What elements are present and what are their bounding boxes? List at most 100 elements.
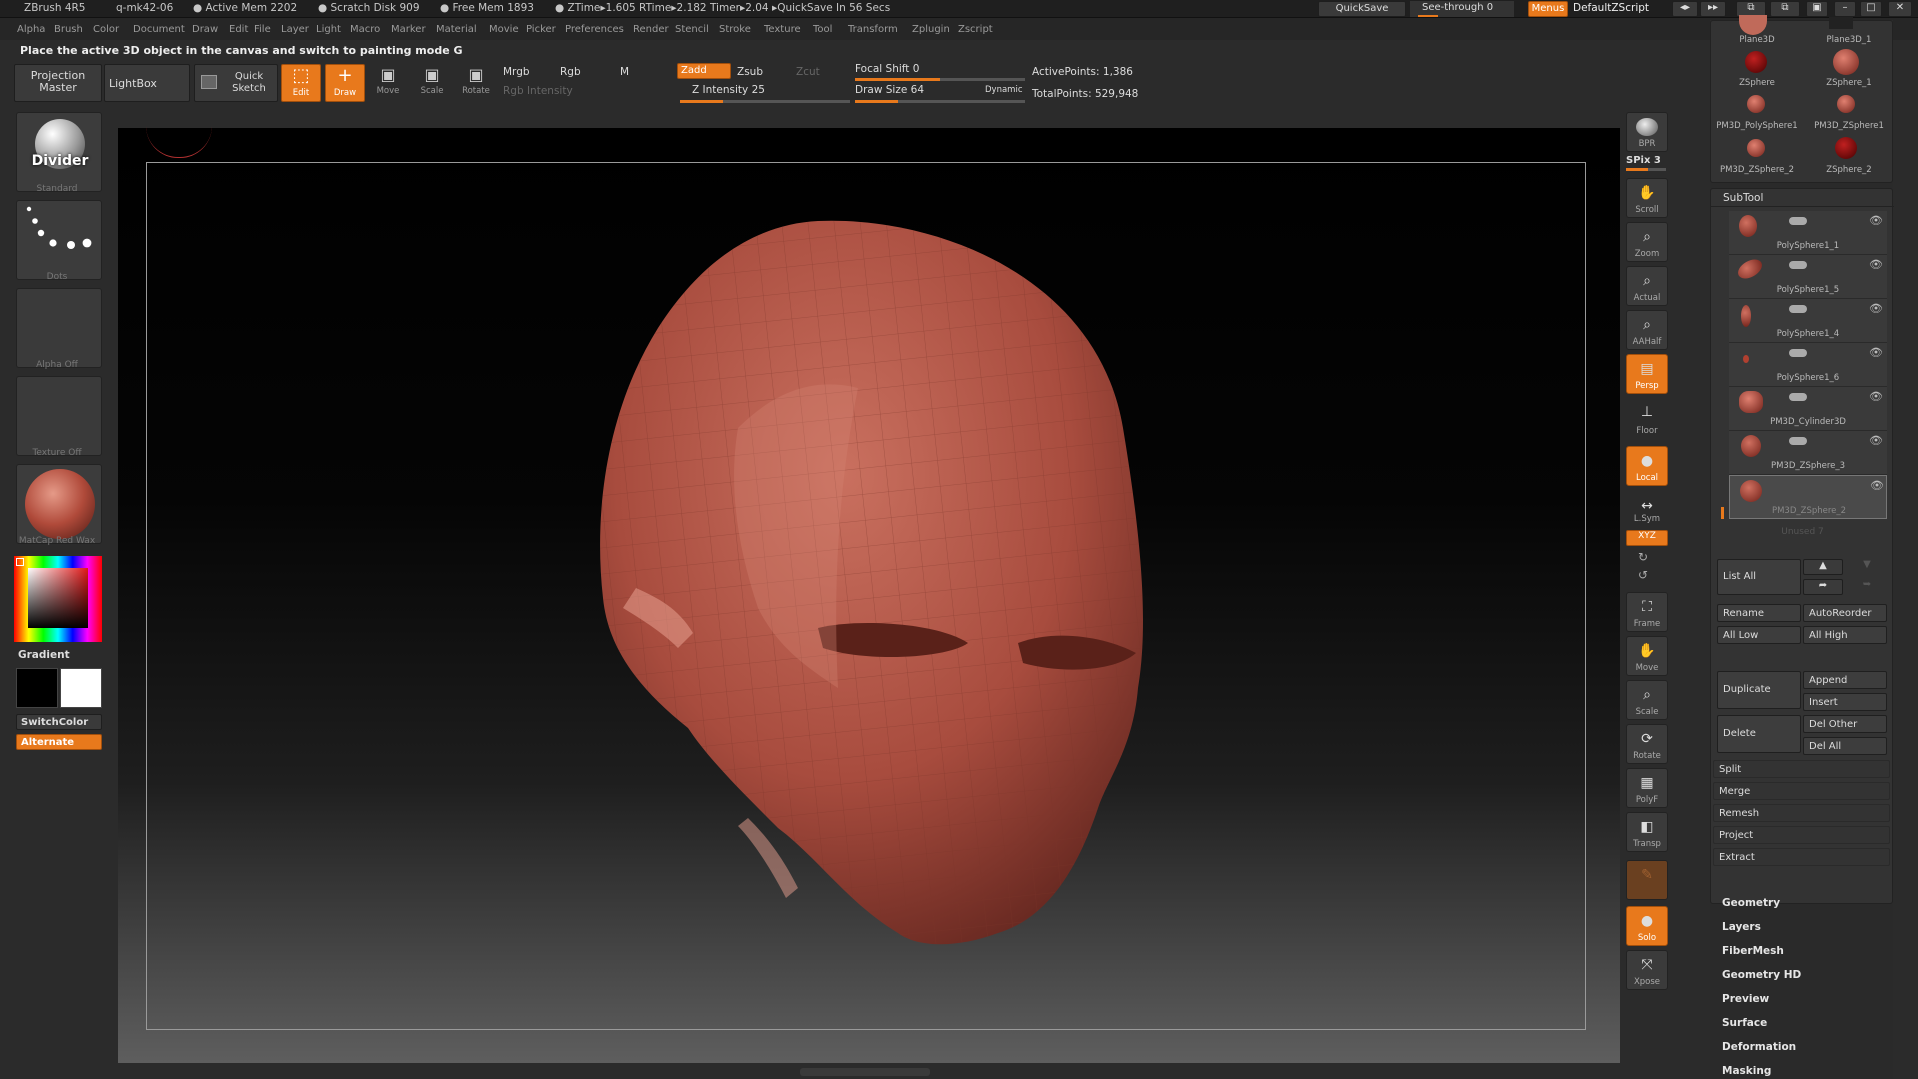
menu-edit[interactable]: Edit bbox=[229, 24, 248, 35]
polyf-button[interactable]: ▦ PolyF bbox=[1626, 768, 1668, 808]
projection-master-button[interactable]: Projection Master bbox=[14, 64, 102, 102]
tool-plane3d-1[interactable]: Plane3D_1 bbox=[1803, 35, 1895, 45]
see-through-slider[interactable]: See-through 0 bbox=[1410, 1, 1514, 17]
zsphere-thumb[interactable] bbox=[1745, 51, 1767, 73]
tool-pm3d-polysphere1[interactable]: PM3D_PolySphere1 bbox=[1711, 121, 1803, 131]
pm3d-zsphere1-thumb[interactable] bbox=[1837, 95, 1855, 113]
xyz-button[interactable]: XYZ bbox=[1626, 530, 1668, 546]
delete-button[interactable]: Delete bbox=[1717, 715, 1801, 753]
menu-zplugin[interactable]: Zplugin bbox=[912, 24, 950, 35]
preview-section[interactable]: Preview bbox=[1722, 993, 1769, 1005]
tool-zsphere[interactable]: ZSphere bbox=[1711, 78, 1803, 88]
actual-button[interactable]: ⌕ Actual bbox=[1626, 266, 1668, 306]
subtool-eye-icon[interactable]: 👁 bbox=[1869, 214, 1883, 227]
arrow-left-icon[interactable]: ➥ bbox=[1847, 579, 1887, 595]
layout-prev-icon[interactable]: ◂▸ bbox=[1672, 1, 1698, 17]
menu-preferences[interactable]: Preferences bbox=[565, 24, 624, 35]
rotate-button[interactable]: ▣ Rotate bbox=[458, 64, 494, 102]
stroke-selector[interactable] bbox=[16, 200, 102, 280]
del-other-button[interactable]: Del Other bbox=[1803, 715, 1887, 733]
remesh-button[interactable]: Remesh bbox=[1713, 804, 1890, 822]
masking-section[interactable]: Masking bbox=[1722, 1065, 1771, 1077]
deformation-section[interactable]: Deformation bbox=[1722, 1041, 1796, 1053]
list-all-button[interactable]: List All bbox=[1717, 559, 1801, 595]
tool-pm3d-zsphere-2[interactable]: PM3D_ZSphere_2 bbox=[1711, 165, 1803, 175]
solo-button[interactable]: ● Solo bbox=[1626, 906, 1668, 946]
subtool-title[interactable]: SubTool bbox=[1723, 192, 1763, 204]
menu-draw[interactable]: Draw bbox=[192, 24, 218, 35]
plane3d-1-thumb[interactable] bbox=[1829, 17, 1853, 29]
all-low-button[interactable]: All Low bbox=[1717, 626, 1801, 644]
menu-marker[interactable]: Marker bbox=[391, 24, 426, 35]
menu-file[interactable]: File bbox=[254, 24, 271, 35]
pm3d-polysphere-thumb[interactable] bbox=[1747, 95, 1765, 113]
arrow-right-icon[interactable]: ➦ bbox=[1803, 579, 1843, 595]
subtool-toggle-icon[interactable] bbox=[1789, 261, 1807, 269]
project-button[interactable]: Project bbox=[1713, 826, 1890, 844]
subtool-scroll-indicator[interactable] bbox=[1721, 507, 1724, 519]
menu-transform[interactable]: Transform bbox=[848, 24, 898, 35]
move-button[interactable]: ▣ Move bbox=[370, 64, 406, 102]
geometry-hd-section[interactable]: Geometry HD bbox=[1722, 969, 1801, 981]
focal-shift-slider[interactable] bbox=[855, 78, 1025, 81]
subtool-item[interactable]: 👁 PM3D_ZSphere_3 bbox=[1729, 431, 1887, 475]
subtool-toggle-icon[interactable] bbox=[1789, 217, 1807, 225]
surface-section[interactable]: Surface bbox=[1722, 1017, 1767, 1029]
bpr-button[interactable]: BPR bbox=[1626, 112, 1668, 152]
zcut-button[interactable]: Zcut bbox=[796, 66, 820, 78]
layout-icon[interactable]: ⧉ bbox=[1770, 1, 1800, 17]
frame-button[interactable]: ⛶ Frame bbox=[1626, 592, 1668, 632]
color-picker[interactable] bbox=[14, 556, 102, 642]
rgb-intensity-slider[interactable]: Rgb Intensity bbox=[503, 85, 573, 97]
subtool-eye-icon[interactable]: 👁 bbox=[1869, 434, 1883, 447]
geometry-section[interactable]: Geometry bbox=[1722, 897, 1780, 909]
menu-material[interactable]: Material bbox=[436, 24, 477, 35]
subtool-toggle-icon[interactable] bbox=[1789, 349, 1807, 357]
maximize-icon[interactable]: □ bbox=[1860, 1, 1882, 17]
zsphere-1-thumb[interactable] bbox=[1833, 49, 1859, 75]
zsphere2-thumb[interactable] bbox=[1835, 137, 1857, 159]
rotate-view-button[interactable]: ⟳ Rotate bbox=[1626, 724, 1668, 764]
subtool-item-selected[interactable]: 👁 PM3D_ZSphere_2 bbox=[1729, 475, 1887, 519]
menu-light[interactable]: Light bbox=[316, 24, 341, 35]
all-high-button[interactable]: All High bbox=[1803, 626, 1887, 644]
lock-icon[interactable]: ▣ bbox=[1806, 1, 1828, 17]
subtool-eye-icon[interactable]: 👁 bbox=[1869, 346, 1883, 359]
subtool-item[interactable]: 👁 PolySphere1_6 bbox=[1729, 343, 1887, 387]
menu-tool[interactable]: Tool bbox=[813, 24, 832, 35]
menu-stroke[interactable]: Stroke bbox=[719, 24, 751, 35]
move-down-icon[interactable]: ▼ bbox=[1847, 559, 1887, 575]
alpha-selector[interactable] bbox=[16, 288, 102, 368]
rotate-z-icon[interactable]: ↺ bbox=[1638, 568, 1648, 582]
menu-zscript[interactable]: Zscript bbox=[958, 24, 993, 35]
rgb-toggle[interactable]: Rgb bbox=[560, 66, 581, 78]
tool-zsphere-1[interactable]: ZSphere_1 bbox=[1803, 78, 1895, 88]
menu-movie[interactable]: Movie bbox=[489, 24, 519, 35]
subtool-item[interactable]: 👁 PM3D_Cylinder3D bbox=[1729, 387, 1887, 431]
alternate-button[interactable]: Alternate bbox=[16, 734, 102, 750]
quicksave-button[interactable]: QuickSave bbox=[1318, 1, 1406, 17]
menu-alpha[interactable]: Alpha bbox=[17, 24, 45, 35]
bottom-shelf-toggle[interactable] bbox=[800, 1068, 930, 1076]
default-zscript[interactable]: DefaultZScript bbox=[1573, 2, 1649, 14]
xpose-button[interactable]: ⤧ Xpose bbox=[1626, 950, 1668, 990]
subtool-eye-icon[interactable]: 👁 bbox=[1869, 258, 1883, 271]
scale-button[interactable]: ▣ Scale bbox=[414, 64, 450, 102]
secondary-color-swatch[interactable] bbox=[60, 668, 102, 708]
menus-button[interactable]: Menus bbox=[1528, 1, 1568, 17]
layers-section[interactable]: Layers bbox=[1722, 921, 1761, 933]
subtool-item[interactable]: 👁 PolySphere1_5 bbox=[1729, 255, 1887, 299]
brush-selector[interactable]: Divider bbox=[16, 112, 102, 192]
subtool-item[interactable]: 👁 PolySphere1_4 bbox=[1729, 299, 1887, 343]
auto-reorder-button[interactable]: AutoReorder bbox=[1803, 604, 1887, 622]
menu-macro[interactable]: Macro bbox=[350, 24, 380, 35]
material-selector[interactable] bbox=[16, 464, 102, 544]
extract-button[interactable]: Extract bbox=[1713, 848, 1890, 866]
quick-sketch-button[interactable]: Quick Sketch bbox=[194, 64, 278, 102]
transp-button[interactable]: ◧ Transp bbox=[1626, 812, 1668, 852]
close-icon[interactable]: ✕ bbox=[1888, 1, 1912, 17]
zoom-button[interactable]: ⌕ Zoom bbox=[1626, 222, 1668, 262]
edit-button[interactable]: ⬚ Edit bbox=[281, 64, 321, 102]
draw-size-slider[interactable] bbox=[855, 100, 1025, 103]
subtool-eye-icon[interactable]: 👁 bbox=[1870, 479, 1884, 492]
